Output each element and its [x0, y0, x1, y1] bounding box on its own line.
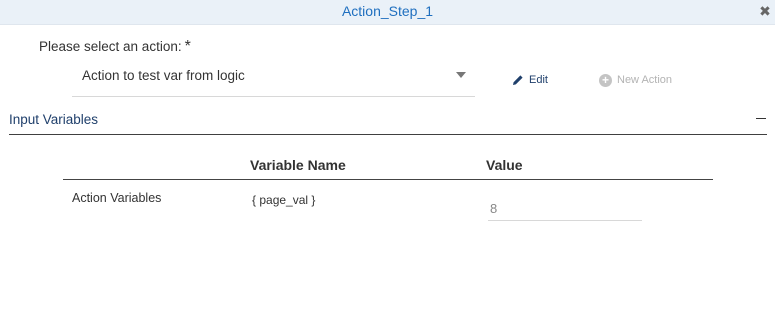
prompt-label: Please select an action:: [39, 39, 182, 54]
edit-button-label: Edit: [529, 74, 548, 86]
value-field[interactable]: [488, 198, 642, 221]
new-action-label: New Action: [617, 74, 673, 86]
required-mark: *: [184, 38, 191, 55]
dialog-title: Action_Step_1: [341, 3, 434, 19]
chevron-down-icon: [456, 72, 466, 78]
dialog-titlebar: Action_Step_1 ✖: [0, 0, 775, 25]
action-select-value: Action to test var from logic: [82, 68, 245, 83]
pencil-icon: [513, 75, 523, 85]
edit-button[interactable]: Edit: [512, 71, 548, 89]
plus-circle-icon: +: [599, 73, 612, 87]
value-input[interactable]: [488, 198, 640, 218]
collapse-icon[interactable]: [756, 118, 766, 119]
new-action-button: + New Action: [599, 71, 672, 89]
variable-name: { page_val }: [252, 193, 316, 207]
column-header-variable-name: Variable Name: [250, 157, 346, 173]
table-header-divider: [63, 179, 713, 180]
column-header-value: Value: [486, 157, 523, 173]
close-icon[interactable]: ✖: [758, 2, 772, 20]
input-variables-section-header[interactable]: Input Variables: [9, 110, 767, 135]
row-label: Action Variables: [72, 191, 162, 205]
action-select-prompt: Please select an action: *: [39, 38, 191, 56]
section-title: Input Variables: [9, 112, 99, 127]
action-select-dropdown[interactable]: Action to test var from logic: [72, 58, 475, 97]
